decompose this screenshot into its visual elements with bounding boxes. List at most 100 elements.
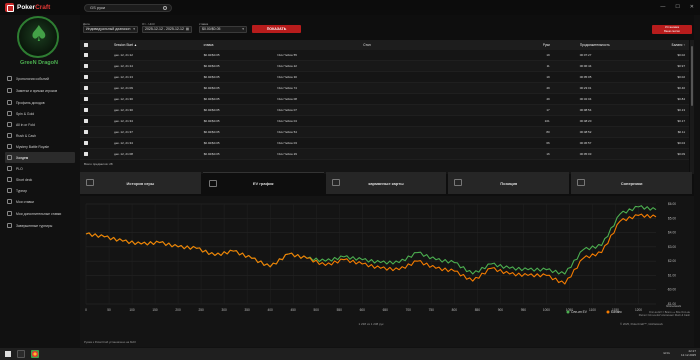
cell-stake: $0.02/$0.05 — [203, 97, 220, 101]
cell-balance: $0.02 — [677, 75, 686, 79]
tab-opponents[interactable]: Соперники — [571, 172, 692, 194]
x-tick-label: 150 — [152, 308, 158, 312]
sidebar-item-mystery-battle-royale[interactable]: Mystery Battle Royale — [5, 141, 75, 152]
sidebar-item-timeline[interactable]: Хронология событий — [5, 73, 75, 84]
column-header-hands[interactable]: Руки — [492, 43, 552, 47]
column-header-table[interactable]: Стол — [253, 43, 492, 47]
table-row[interactable]: дек. 12, 21:12 $0.02/$0.05 NLH Yellow 55 19… — [80, 50, 689, 61]
cell-duration: 00:36:57 — [579, 141, 592, 145]
x-tick-label: 250 — [198, 308, 204, 312]
cell-duration: 00:23:01 — [579, 86, 592, 90]
table-row[interactable]: дек. 12, 21:37 $0.02/$0.05 NLH Yellow 54 80… — [80, 127, 689, 138]
cell-hands: 17 — [546, 108, 550, 112]
x-tick-label: 700 — [406, 308, 412, 312]
x-tick-label: 800 — [452, 308, 458, 312]
sessions-settings-button[interactable]: Установка Ваши сессии — [652, 25, 692, 34]
table-row[interactable]: дек. 12, 21:13 $0.02/$0.05 NLH Yellow 30 19… — [80, 72, 689, 83]
cell-session-start: дек. 12, 21:09 — [114, 86, 133, 90]
tab-ev-graph[interactable]: EV график — [202, 172, 324, 194]
tournament-icon — [7, 188, 12, 193]
windows-start-icon[interactable] — [5, 351, 11, 357]
column-header-duration[interactable]: Продолжительность — [552, 43, 634, 47]
table-row[interactable]: дек. 12, 21:34 $0.02/$0.05 NLH Yellow 04 10… — [80, 116, 689, 127]
stake-select[interactable]: $0.00/$0.05 ▾ — [199, 26, 247, 33]
column-header-stake[interactable]: ставка — [158, 43, 254, 47]
sidebar-item-my-bets[interactable]: Мои ставки — [5, 196, 75, 207]
sidebar-item-finished-tournaments[interactable]: Завершенные турниры — [5, 220, 75, 231]
x-tick-label: 450 — [291, 308, 297, 312]
pokercraft-taskbar-icon[interactable] — [17, 350, 25, 358]
sidebar-item-profit-profile[interactable]: Профиль доходов — [5, 97, 75, 108]
hand-history-icon — [86, 179, 94, 186]
x-tick-label: 850 — [475, 308, 481, 312]
clock[interactable]: 22:27 12.12.2025 — [681, 349, 696, 357]
mystery-icon — [7, 144, 12, 149]
settings-button-line-2: Ваши сессии — [664, 29, 680, 33]
cell-hands: 16 — [546, 152, 550, 156]
table-row[interactable]: дек. 12, 21:14 $0.02/$0.05 NLH Yellow 22 11… — [80, 61, 689, 72]
cell-hands: 49 — [546, 86, 550, 90]
table-item-count: Всего предметов: 28 — [84, 162, 113, 166]
close-button[interactable]: ✕ — [690, 4, 694, 10]
sidebar-item-short-deck[interactable]: Short deck — [5, 174, 75, 185]
cell-balance: $0.17 — [677, 119, 686, 123]
table-scrollbar[interactable] — [690, 40, 694, 174]
app-name-part-2: Craft — [35, 4, 51, 11]
scrollbar-thumb[interactable] — [691, 46, 693, 106]
sidebar-item-rush-cash[interactable]: Rush & Cash — [5, 130, 75, 141]
show-button[interactable]: ПОКАЗАТЬ — [252, 25, 301, 33]
table-row[interactable]: дек. 12, 21:30 $0.02/$0.05 NLH Yellow 07 17… — [80, 105, 689, 116]
cell-table: NLH Yellow 22 — [277, 64, 297, 68]
position-icon — [454, 179, 463, 186]
tab-position[interactable]: Позиция — [448, 172, 570, 194]
y-tick-label: $4.00 — [668, 231, 676, 235]
search-icon[interactable] — [163, 6, 167, 10]
cell-duration: 00:48:52 — [579, 130, 592, 134]
column-header-balance[interactable]: Баланс ↑ — [633, 43, 689, 47]
table-row[interactable]: дек. 12, 21:09 $0.02/$0.05 NLH Yellow 74 49… — [80, 83, 689, 94]
sidebar-item-tournament[interactable]: Турнир — [5, 185, 75, 196]
cell-session-start: дек. 12, 21:30 — [114, 108, 133, 112]
language-indicator[interactable]: ENG — [663, 351, 670, 355]
table-header: Session Start ▲ ставка Стол Руки Продолж… — [80, 40, 689, 50]
notes-icon — [7, 88, 12, 93]
tab-hole-cards[interactable]: карманные карты — [325, 172, 447, 194]
sidebar-item-notes[interactable]: Заметки и ярлыки игроков — [5, 84, 75, 97]
cell-session-start: дек. 12, 21:34 — [114, 141, 133, 145]
app-name-part-1: Poker — [17, 4, 36, 11]
table-row[interactable]: дек. 12, 21:08 $0.02/$0.05 NLH Yellow 29 16… — [80, 149, 689, 160]
tab-hand-history[interactable]: История игры — [80, 172, 201, 194]
chart-footnote: Олл-ин EV = Всего ++ Все Олл-ин Расчет О… — [608, 311, 690, 317]
sidebar-item-holdem[interactable]: Холдем — [5, 152, 75, 163]
cell-balance: $0.02 — [677, 53, 686, 57]
cell-hands: 11 — [546, 64, 550, 68]
sidebar-item-spin-gold[interactable]: Spin & Gold — [5, 108, 75, 119]
sidebar-item-all-in-or-fold[interactable]: All in or Fold — [5, 119, 75, 130]
search-input[interactable]: GS руки — [84, 4, 172, 12]
chrome-taskbar-icon[interactable] — [31, 350, 39, 358]
chart-footnote-line-2: Расчет Олл-ин EV исключает Rush & Cash — [638, 314, 690, 317]
column-header-session-start[interactable]: Session Start ▲ — [88, 43, 158, 47]
maximize-button[interactable]: ☐ — [675, 4, 679, 10]
date-range-field[interactable]: 2025-12-12 - 2025-12-12 ▦ — [142, 26, 192, 33]
sidebar-nav: Хронология событий Заметки и ярлыки игро… — [5, 73, 75, 231]
cell-balance: $0.04 — [677, 141, 686, 145]
timeline-icon — [7, 76, 12, 81]
date-range-filter: От - Until 2025-12-12 - 2025-12-12 ▦ — [142, 22, 192, 33]
calendar-icon[interactable]: ▦ — [186, 27, 189, 32]
filter-bar: Дата Индивидуальный диапазон ▾ От - Until… — [80, 22, 694, 40]
avatar[interactable] — [17, 16, 59, 58]
table-row[interactable]: дек. 12, 21:30 $0.02/$0.05 NLH Yellow 08 49… — [80, 94, 689, 105]
x-tick-label: 600 — [360, 308, 366, 312]
cell-table: NLH Yellow 04 — [277, 119, 297, 123]
cell-table: NLH Yellow 03 — [277, 141, 297, 145]
table-row[interactable]: дек. 12, 21:34 $0.02/$0.05 NLH Yellow 03 66… — [80, 138, 689, 149]
bets-icon — [7, 199, 12, 204]
sidebar-item-plo[interactable]: PLO — [5, 163, 75, 174]
date-type-select[interactable]: Индивидуальный диапазон ▾ — [83, 26, 138, 33]
ev-chart-svg: -$1.00-$0.00$1.00$2.00$3.00$4.00$5.00$6.… — [85, 202, 676, 326]
y-tick-label: $5.00 — [668, 216, 676, 220]
minimize-button[interactable]: — — [660, 4, 665, 10]
hole-cards-icon — [331, 179, 340, 186]
sidebar-item-extra-bets[interactable]: Мои дополнительные ставки — [5, 207, 75, 220]
